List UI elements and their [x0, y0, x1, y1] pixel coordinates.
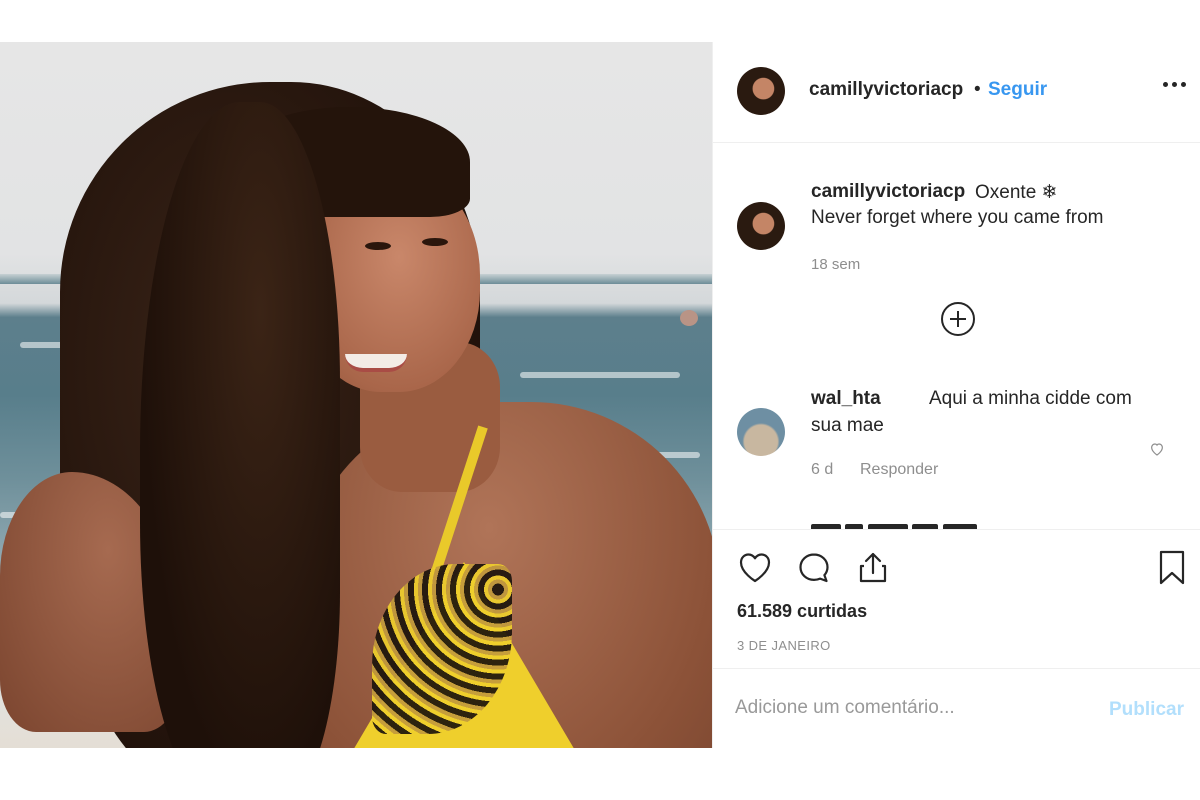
caption-text: Oxente ❄ — [975, 182, 1058, 203]
caption-avatar[interactable] — [737, 202, 785, 250]
likes-count[interactable]: 61.589 curtidas — [737, 601, 867, 622]
commenter-avatar[interactable] — [737, 408, 785, 456]
buoy — [680, 310, 698, 326]
comment-time[interactable]: 6 d — [811, 461, 833, 479]
smile — [345, 354, 407, 372]
comments-list[interactable]: camillyvictoriacp Oxente ❄ Never forget … — [713, 143, 1200, 529]
more-options-icon[interactable] — [1163, 82, 1186, 87]
caption-username[interactable]: camillyvictoriacp — [811, 181, 965, 203]
comment-text-line2: sua mae — [811, 415, 884, 436]
next-comment-partial — [811, 515, 1031, 529]
load-more-plus-icon[interactable] — [941, 302, 975, 336]
post-photo[interactable] — [0, 42, 712, 748]
post-actions: 61.589 curtidas 3 DE JANEIRO — [713, 529, 1200, 669]
comment-icon[interactable] — [794, 548, 834, 588]
post-header: camillyvictoriacp • Seguir — [713, 42, 1200, 143]
eye — [365, 242, 391, 250]
author-avatar[interactable] — [737, 67, 785, 115]
add-comment-bar: Publicar — [713, 669, 1200, 748]
author-username[interactable]: camillyvictoriacp — [809, 79, 963, 101]
side-panel: camillyvictoriacp • Seguir camillyvictor… — [712, 42, 1200, 748]
comment-like-heart-icon[interactable] — [1149, 441, 1165, 457]
wave — [520, 372, 680, 378]
bookmark-icon[interactable] — [1153, 548, 1193, 588]
eye — [422, 238, 448, 246]
post-card: camillyvictoriacp • Seguir camillyvictor… — [0, 42, 1200, 748]
commenter-username[interactable]: wal_hta — [811, 388, 881, 410]
share-icon[interactable] — [853, 548, 893, 588]
heart-icon[interactable] — [735, 548, 775, 588]
caption-time[interactable]: 18 sem — [811, 256, 860, 273]
publish-button[interactable]: Publicar — [1109, 699, 1184, 721]
comment-input[interactable] — [735, 691, 1095, 725]
caption-text-line2: Never forget where you came from — [811, 207, 1104, 228]
post-date[interactable]: 3 DE JANEIRO — [737, 638, 831, 653]
follow-button[interactable]: Seguir — [988, 79, 1047, 101]
reply-button[interactable]: Responder — [860, 461, 938, 479]
separator-dot: • — [974, 79, 981, 100]
hair-front — [140, 102, 340, 748]
comment-text: Aqui a minha cidde com — [929, 388, 1132, 409]
